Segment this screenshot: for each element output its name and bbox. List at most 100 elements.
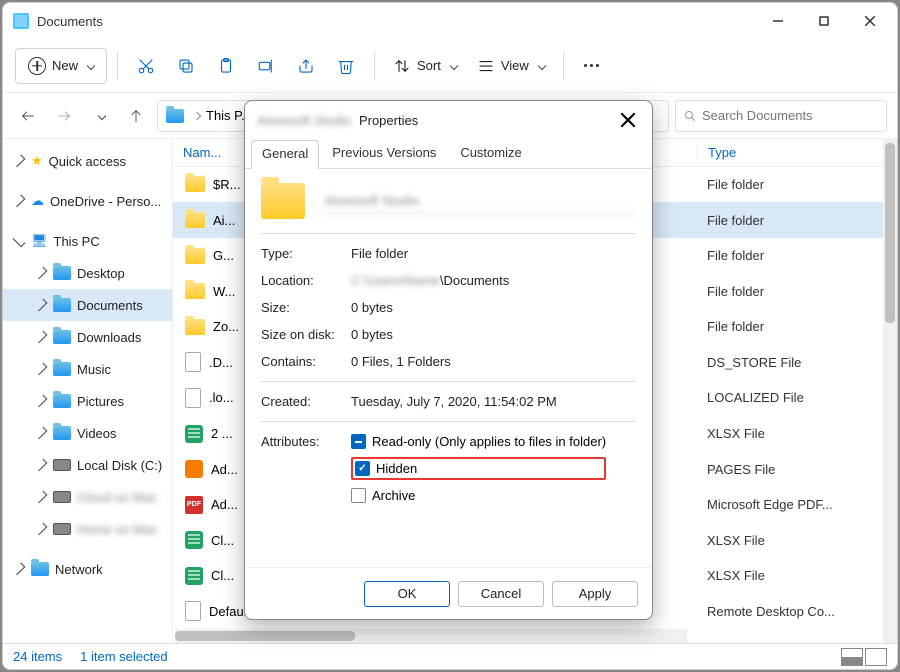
chevron-right-icon xyxy=(35,427,48,440)
vertical-scrollbar[interactable] xyxy=(883,139,897,643)
tab-general[interactable]: General xyxy=(251,140,319,169)
view-button[interactable]: View xyxy=(469,48,553,84)
nav-item-blurred[interactable]: Cloud on Mac xyxy=(3,481,172,513)
chevron-right-icon xyxy=(13,195,26,208)
value-location: C:\Users\Name\Documents xyxy=(351,273,636,288)
highlight-box: ✓Hidden xyxy=(351,457,606,480)
xlsx-icon xyxy=(185,567,203,585)
archive-checkbox-row[interactable]: Archive xyxy=(351,488,606,503)
label-contains: Contains: xyxy=(261,354,351,369)
pdf-icon: PDF xyxy=(185,496,203,514)
folder-icon xyxy=(53,266,71,280)
folder-icon xyxy=(185,248,205,264)
paste-button[interactable] xyxy=(208,48,244,84)
folder-icon xyxy=(261,183,305,219)
cut-button[interactable] xyxy=(128,48,164,84)
recent-button[interactable] xyxy=(85,101,115,131)
nav-local-disk[interactable]: Local Disk (C:) xyxy=(3,449,172,481)
divider xyxy=(374,52,375,80)
sort-label: Sort xyxy=(417,58,441,73)
forward-button[interactable] xyxy=(49,101,79,131)
status-count: 24 items xyxy=(13,649,62,664)
nav-quick-access[interactable]: ★Quick access xyxy=(3,145,172,177)
pages-icon xyxy=(185,460,203,478)
nav-network[interactable]: Network xyxy=(3,553,172,585)
star-icon: ★ xyxy=(31,153,43,169)
label-location: Location: xyxy=(261,273,351,288)
folder-icon xyxy=(53,298,71,312)
label-type: Type: xyxy=(261,246,351,261)
label-attributes: Attributes: xyxy=(261,434,351,503)
nav-this-pc[interactable]: 🖥This PC xyxy=(3,225,172,257)
dialog-folder-name: Aiseesoft Studio xyxy=(257,113,351,128)
apply-button[interactable]: Apply xyxy=(552,581,638,607)
chevron-right-icon xyxy=(13,155,26,168)
value-size-on-disk: 0 bytes xyxy=(351,327,636,342)
minimize-button[interactable] xyxy=(755,5,801,37)
details-view-button[interactable] xyxy=(841,648,863,666)
view-label: View xyxy=(501,58,529,73)
nav-onedrive[interactable]: ☁OneDrive - Perso... xyxy=(3,185,172,217)
chevron-right-icon xyxy=(35,523,48,536)
nav-downloads[interactable]: Downloads xyxy=(3,321,172,353)
rename-button[interactable] xyxy=(248,48,284,84)
titlebar: Documents xyxy=(3,3,897,39)
value-type: File folder xyxy=(351,246,636,261)
more-button[interactable] xyxy=(574,48,610,84)
chevron-right-icon xyxy=(35,491,48,504)
hidden-checkbox-row[interactable]: ✓Hidden xyxy=(355,461,417,476)
share-button[interactable] xyxy=(288,48,324,84)
properties-dialog: Aiseesoft Studio Properties General Prev… xyxy=(244,100,653,620)
chevron-down-icon xyxy=(450,61,458,69)
checkbox-empty-icon xyxy=(351,488,366,503)
close-button[interactable] xyxy=(847,5,893,37)
search-box[interactable] xyxy=(675,100,887,132)
cancel-button[interactable]: Cancel xyxy=(458,581,544,607)
nav-pane: ★Quick access ☁OneDrive - Perso... 🖥This… xyxy=(3,139,173,643)
folder-icon xyxy=(53,426,71,440)
new-button[interactable]: New xyxy=(15,48,107,84)
readonly-checkbox-row[interactable]: Read-only (Only applies to files in fold… xyxy=(351,434,606,449)
ok-button[interactable]: OK xyxy=(364,581,450,607)
dialog-title-bar: Aiseesoft Studio Properties xyxy=(245,101,652,139)
nav-documents[interactable]: Documents xyxy=(3,289,172,321)
back-button[interactable] xyxy=(13,101,43,131)
toolbar: New Sort View xyxy=(3,39,897,93)
delete-button[interactable] xyxy=(328,48,364,84)
chevron-right-icon xyxy=(35,395,48,408)
search-input[interactable] xyxy=(702,108,878,123)
search-icon xyxy=(684,109,696,123)
sort-button[interactable]: Sort xyxy=(385,48,465,84)
horizontal-scrollbar[interactable] xyxy=(175,629,687,643)
chevron-right-icon xyxy=(35,299,48,312)
label-size: Size: xyxy=(261,300,351,315)
status-bar: 24 items 1 item selected xyxy=(3,643,897,669)
dialog-close-button[interactable] xyxy=(616,108,640,132)
chevron-right-icon xyxy=(13,563,26,576)
drive-icon xyxy=(53,523,71,535)
file-icon xyxy=(185,601,201,621)
chevron-right-icon xyxy=(35,267,48,280)
folder-name-field[interactable] xyxy=(321,188,636,214)
nav-music[interactable]: Music xyxy=(3,353,172,385)
copy-button[interactable] xyxy=(168,48,204,84)
folder-icon xyxy=(185,283,205,299)
label-size-on-disk: Size on disk: xyxy=(261,327,351,342)
thumbnails-view-button[interactable] xyxy=(865,648,887,666)
tab-previous-versions[interactable]: Previous Versions xyxy=(321,139,447,168)
tab-customize[interactable]: Customize xyxy=(449,139,532,168)
nav-item-blurred[interactable]: Home on Mac xyxy=(3,513,172,545)
maximize-button[interactable] xyxy=(801,5,847,37)
nav-desktop[interactable]: Desktop xyxy=(3,257,172,289)
dialog-title: Properties xyxy=(359,113,418,128)
nav-pictures[interactable]: Pictures xyxy=(3,385,172,417)
chevron-right-icon xyxy=(35,331,48,344)
status-selection: 1 item selected xyxy=(80,649,167,664)
xlsx-icon xyxy=(185,531,203,549)
app-icon xyxy=(13,13,29,29)
column-type[interactable]: Type xyxy=(697,145,897,160)
explorer-window: Documents New Sort View xyxy=(2,2,898,670)
nav-videos[interactable]: Videos xyxy=(3,417,172,449)
checkbox-checked-icon: ✓ xyxy=(355,461,370,476)
up-button[interactable] xyxy=(121,101,151,131)
